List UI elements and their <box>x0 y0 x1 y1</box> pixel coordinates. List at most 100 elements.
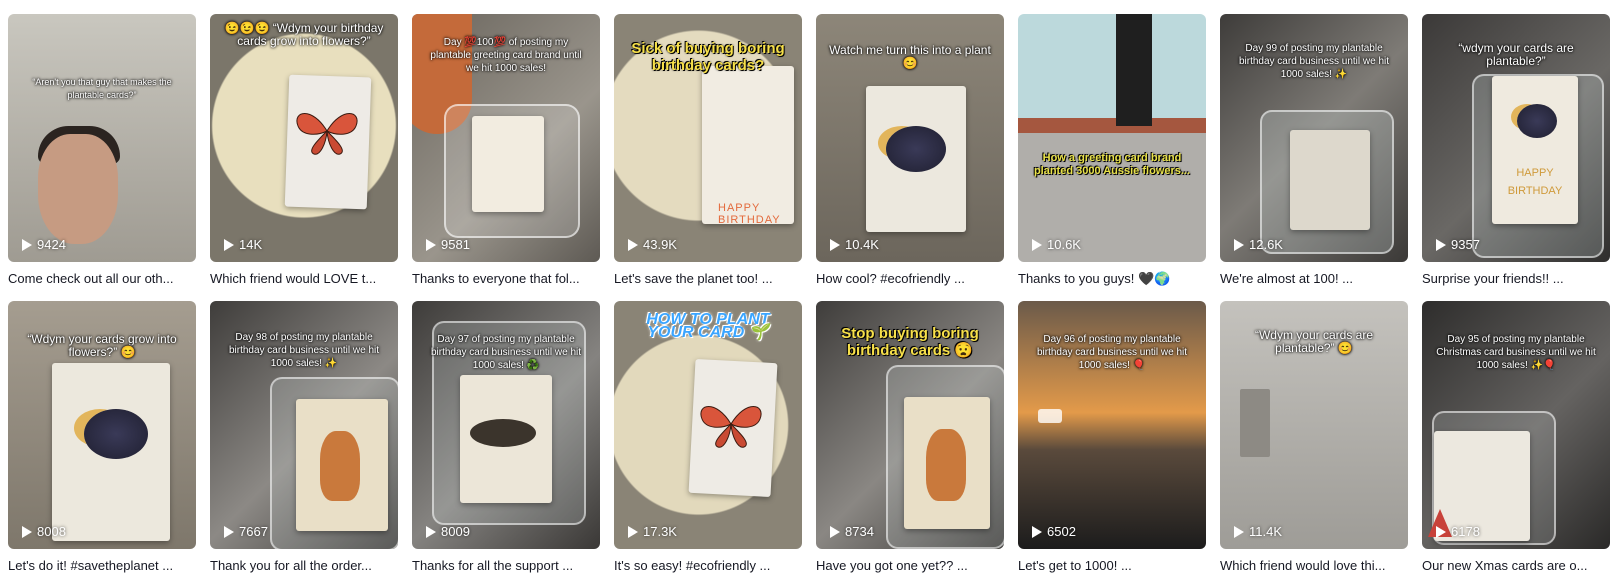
video-caption[interactable]: Thanks to everyone that fol... <box>412 270 600 288</box>
video-caption[interactable]: Our new Xmas cards are o... <box>1422 557 1610 575</box>
car-lights <box>1038 409 1062 423</box>
bee-illustration <box>84 409 148 459</box>
video-thumbnail[interactable]: “Wdym your cards are plantable?” 😊 11.4K <box>1220 301 1408 549</box>
play-count-value: 43.9K <box>643 237 677 252</box>
video-card[interactable]: Watch me turn this into a plant 😊 10.4K … <box>816 14 1004 301</box>
video-card[interactable]: Day 97 of posting my plantable birthday … <box>412 301 600 588</box>
video-caption[interactable]: Thank you for all the order... <box>210 557 398 575</box>
play-count-value: 10.4K <box>845 237 879 252</box>
play-icon <box>426 525 436 538</box>
video-thumbnail[interactable]: Day 96 of posting my plantable birthday … <box>1018 301 1206 549</box>
video-caption[interactable]: Come check out all our oth... <box>8 270 196 288</box>
video-overlay-text: “Wdym your cards are plantable?” 😊 <box>1254 328 1374 355</box>
video-caption[interactable]: It's so easy! #ecofriendly ... <box>614 557 802 575</box>
play-count-value: 10.6K <box>1047 237 1081 252</box>
video-overlay-text: “Wdym your cards grow into flowers?” 😊 <box>27 332 177 359</box>
video-card[interactable]: HAPPY BIRTHDAY Sick of buying boring bir… <box>614 14 802 301</box>
play-count: 6178 <box>1436 524 1480 539</box>
play-count: 9424 <box>22 237 66 252</box>
video-card[interactable]: Stop buying boring birthday cards 😧 8734… <box>816 301 1004 588</box>
video-thumbnail[interactable]: 😉😉😉 “Wdym your birthday cards grow into … <box>210 14 398 262</box>
play-icon <box>628 238 638 251</box>
play-count: 12.6K <box>1234 237 1283 252</box>
video-overlay-text: “Aren't you that guy that makes the plan… <box>32 77 172 100</box>
video-thumbnail[interactable]: Day 97 of posting my plantable birthday … <box>412 301 600 549</box>
video-card[interactable]: Day 💯100💯 of posting my plantable greeti… <box>412 14 600 301</box>
video-caption[interactable]: Have you got one yet?? ... <box>816 557 1004 575</box>
play-count: 8009 <box>426 524 470 539</box>
play-count-value: 8734 <box>845 524 874 539</box>
play-count: 9581 <box>426 237 470 252</box>
video-thumbnail[interactable]: “Aren't you that guy that makes the plan… <box>8 14 196 262</box>
video-overlay-text: Watch me turn this into a plant 😊 <box>829 43 991 70</box>
echidna-illustration <box>470 419 536 447</box>
play-count: 14K <box>224 237 262 252</box>
video-overlay-text: Day 98 of posting my plantable birthday … <box>228 332 380 369</box>
video-thumbnail[interactable]: Watch me turn this into a plant 😊 10.4K <box>816 14 1004 262</box>
video-card[interactable]: HAPPY BIRTHDAY “wdym your cards are plant… <box>1422 14 1610 301</box>
card-printed-text: HAPPY BIRTHDAY <box>1507 167 1563 197</box>
video-caption[interactable]: We're almost at 100! ... <box>1220 270 1408 288</box>
video-caption[interactable]: Thanks for all the support ... <box>412 557 600 575</box>
play-icon <box>1032 525 1042 538</box>
butterfly-illustration <box>700 406 762 448</box>
video-thumbnail[interactable]: “Wdym your cards grow into flowers?” 😊 8… <box>8 301 196 549</box>
video-thumbnail[interactable]: Day 95 of posting my plantable Christmas… <box>1422 301 1610 549</box>
plantable-card <box>1492 76 1578 224</box>
video-thumbnail[interactable]: Day 💯100💯 of posting my plantable greeti… <box>412 14 600 262</box>
play-count: 8008 <box>22 524 66 539</box>
video-thumbnail[interactable]: HAPPY BIRTHDAY “wdym your cards are plant… <box>1422 14 1610 262</box>
video-card[interactable]: 😉😉😉 “Wdym your birthday cards grow into … <box>210 14 398 301</box>
video-thumbnail[interactable]: Stop buying boring birthday cards 😧 8734 <box>816 301 1004 549</box>
video-card[interactable]: “Aren't you that guy that makes the plan… <box>8 14 196 301</box>
video-overlay-text: 😉😉😉 “Wdym your birthday cards grow into … <box>224 21 384 48</box>
play-count-value: 9581 <box>441 237 470 252</box>
video-card[interactable]: Day 96 of posting my plantable birthday … <box>1018 301 1206 588</box>
play-count: 7667 <box>224 524 268 539</box>
video-caption[interactable]: Let's do it! #savetheplanet ... <box>8 557 196 575</box>
play-icon <box>224 238 234 251</box>
play-count: 10.4K <box>830 237 879 252</box>
video-caption[interactable]: Surprise your friends!! ... <box>1422 270 1610 288</box>
video-thumbnail[interactable]: Day 99 of posting my plantable birthday … <box>1220 14 1408 262</box>
plantable-card <box>472 116 544 212</box>
plantable-card <box>702 66 794 224</box>
play-count: 11.4K <box>1234 524 1282 539</box>
person-face <box>38 134 118 244</box>
plantable-card <box>1290 130 1370 230</box>
bee-illustration <box>1517 104 1557 138</box>
play-icon <box>22 525 32 538</box>
play-count-value: 8009 <box>441 524 470 539</box>
video-card[interactable]: Day 95 of posting my plantable Christmas… <box>1422 301 1610 588</box>
video-card[interactable]: How a greeting card brand planted 3000 A… <box>1018 14 1206 301</box>
video-caption[interactable]: How cool? #ecofriendly ... <box>816 270 1004 288</box>
bee-illustration <box>886 126 946 172</box>
play-count-value: 7667 <box>239 524 268 539</box>
video-thumbnail[interactable]: HAPPY BIRTHDAY Sick of buying boring bir… <box>614 14 802 262</box>
video-card[interactable]: HOW TO PLANT YOUR CARD 🌱 17.3K It's so e… <box>614 301 802 588</box>
video-caption[interactable]: Thanks to you guys! 🖤🌍 <box>1018 270 1206 288</box>
video-caption[interactable]: Which friend would love thi... <box>1220 557 1408 575</box>
play-count: 6502 <box>1032 524 1076 539</box>
video-grid: “Aren't you that guy that makes the plan… <box>0 0 1620 588</box>
video-card[interactable]: “Wdym your cards are plantable?” 😊 11.4K… <box>1220 301 1408 588</box>
video-card[interactable]: Day 99 of posting my plantable birthday … <box>1220 14 1408 301</box>
video-card[interactable]: Day 98 of posting my plantable birthday … <box>210 301 398 588</box>
video-caption[interactable]: Which friend would LOVE t... <box>210 270 398 288</box>
video-thumbnail[interactable]: Day 98 of posting my plantable birthday … <box>210 301 398 549</box>
video-overlay-text: Day 99 of posting my plantable birthday … <box>1238 43 1390 80</box>
video-card[interactable]: “Wdym your cards grow into flowers?” 😊 8… <box>8 301 196 588</box>
video-caption[interactable]: Let's get to 1000! ... <box>1018 557 1206 575</box>
play-icon <box>1436 238 1446 251</box>
kangaroo-illustration <box>320 431 360 501</box>
card-printed-text: HAPPY BIRTHDAY <box>718 202 781 226</box>
play-icon <box>224 525 234 538</box>
video-overlay-text: How a greeting card brand planted 3000 A… <box>1033 152 1191 177</box>
play-icon <box>628 525 638 538</box>
video-thumbnail[interactable]: How a greeting card brand planted 3000 A… <box>1018 14 1206 262</box>
video-thumbnail[interactable]: HOW TO PLANT YOUR CARD 🌱 17.3K <box>614 301 802 549</box>
play-icon <box>1032 238 1042 251</box>
video-caption[interactable]: Let's save the planet too! ... <box>614 270 802 288</box>
video-overlay-text: Day 💯100💯 of posting my plantable greeti… <box>430 37 582 74</box>
card-edge <box>1240 389 1270 457</box>
